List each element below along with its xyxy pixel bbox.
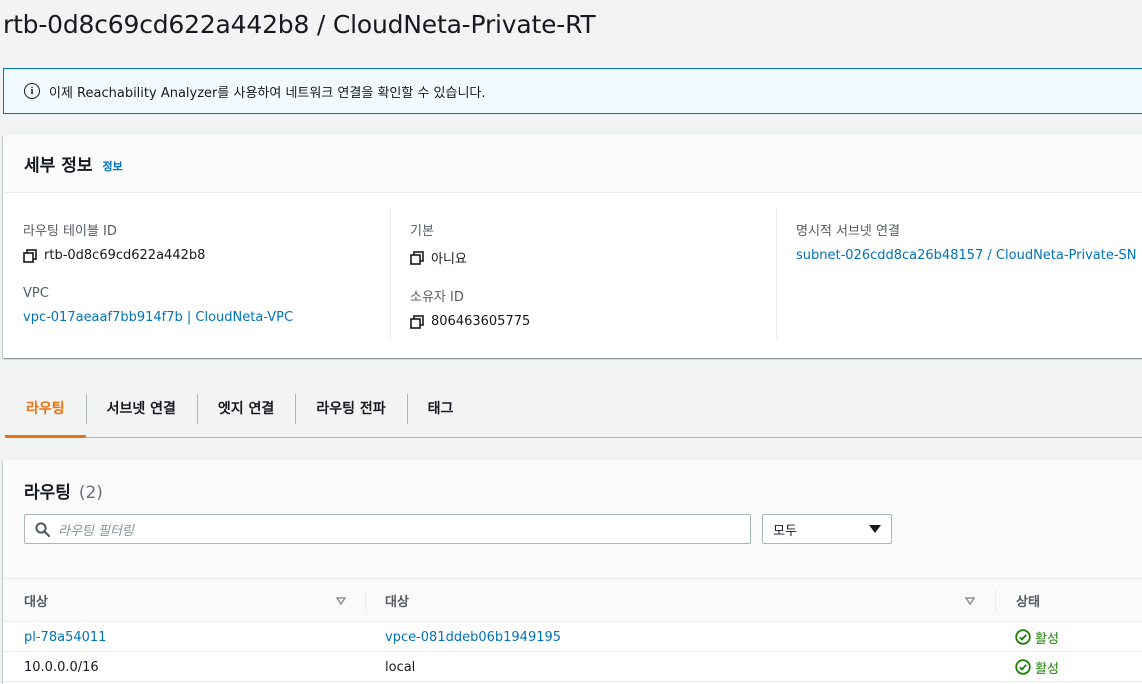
subnet-association-link[interactable]: subnet-026cdd8ca26b48157 / CloudNeta-Pri… [796, 248, 1137, 263]
sort-down-icon[interactable] [336, 596, 346, 606]
routes-title-text: 라우팅 [24, 483, 71, 503]
details-column-1: 라우팅 테이블 ID rtb-0d8c69cd622a442b8 VPC vpc… [23, 207, 389, 339]
tab-routes[interactable]: 라우팅 [5, 378, 86, 438]
check-circle-icon [1015, 659, 1031, 675]
route-filter-select[interactable]: 모두 [762, 514, 892, 544]
tab-tags[interactable]: 태그 [406, 378, 475, 437]
subnet-association-field: 명시적 서브넷 연결 subnet-026cdd8ca26b48157 / Cl… [796, 207, 1137, 263]
tab-bar: 라우팅 서브넷 연결 엣지 연결 라우팅 전파 태그 [5, 378, 1142, 438]
details-header: 세부 정보 정보 [3, 135, 1142, 193]
info-flash-banner: i 이제 Reachability Analyzer를 사용하여 네트워크 연결… [3, 68, 1142, 114]
route-destination[interactable]: pl-78a54011 [24, 630, 106, 645]
vpc-link[interactable]: vpc-017aeaaf7bb914f7b | CloudNeta-VPC [23, 310, 293, 325]
details-title: 세부 정보 [24, 156, 93, 176]
vpc-field: VPC vpc-017aeaaf7bb914f7b | CloudNeta-VP… [23, 273, 293, 325]
vpc-label: VPC [23, 286, 49, 301]
owner-label: 소유자 ID [410, 290, 464, 305]
details-column-2: 기본 아니요 소유자 ID 806463605775 [390, 207, 776, 339]
copy-icon[interactable] [410, 314, 424, 329]
tab-route-propagation[interactable]: 라우팅 전파 [295, 378, 406, 437]
column-header-target[interactable]: 대상 [385, 579, 409, 622]
route-table-id-label: 라우팅 테이블 ID [23, 224, 117, 239]
check-circle-icon [1015, 629, 1031, 645]
route-status: 활성 [1035, 631, 1059, 647]
tab-subnet-associations[interactable]: 서브넷 연결 [85, 378, 197, 437]
routes-header: 라우팅 (2) 라우팅 필터링 모두 [3, 460, 1142, 579]
routes-count: (2) [78, 483, 103, 503]
copy-icon[interactable] [23, 248, 37, 263]
flash-text: 이제 Reachability Analyzer를 사용하여 네트워크 연결을 … [49, 85, 486, 101]
column-header-status[interactable]: 상태 [1016, 579, 1040, 622]
table-header: 대상 대상 상태 [3, 579, 1142, 622]
route-target: local [385, 659, 416, 675]
sort-down-icon[interactable] [965, 596, 975, 606]
caret-down-icon [869, 525, 881, 533]
column-divider[interactable] [995, 589, 996, 613]
main-field: 기본 아니요 [410, 207, 467, 267]
route-status: 활성 [1035, 661, 1059, 677]
route-table-id-field: 라우팅 테이블 ID rtb-0d8c69cd622a442b8 [23, 207, 205, 263]
details-body: 라우팅 테이블 ID rtb-0d8c69cd622a442b8 VPC vpc… [3, 193, 1142, 357]
search-icon [35, 521, 50, 537]
column-divider[interactable] [365, 589, 366, 613]
main-value: 아니요 [431, 252, 467, 267]
route-destination: 10.0.0.0/16 [24, 659, 99, 675]
details-column-3: 명시적 서브넷 연결 subnet-026cdd8ca26b48157 / Cl… [776, 207, 1142, 339]
tab-edge-associations[interactable]: 엣지 연결 [196, 378, 295, 437]
subnet-association-label: 명시적 서브넷 연결 [796, 224, 900, 239]
routes-panel: 라우팅 (2) 라우팅 필터링 모두 대상 대상 상태 pl-78a54011 … [3, 460, 1142, 684]
route-filter-input[interactable]: 라우팅 필터링 [24, 514, 751, 544]
info-icon: i [24, 83, 40, 99]
owner-value: 806463605775 [431, 314, 531, 329]
search-placeholder: 라우팅 필터링 [58, 523, 134, 539]
table-row: pl-78a54011 vpce-081ddeb06b1949195 활성 [3, 622, 1142, 652]
select-value: 모두 [773, 523, 797, 539]
routes-title: 라우팅 (2) [24, 478, 103, 503]
table-row: 10.0.0.0/16 local 활성 [3, 652, 1142, 682]
copy-icon[interactable] [410, 250, 424, 265]
main-label: 기본 [410, 224, 434, 239]
details-panel: 세부 정보 정보 라우팅 테이블 ID rtb-0d8c69cd622a442b… [3, 135, 1142, 358]
route-target[interactable]: vpce-081ddeb06b1949195 [385, 630, 561, 645]
info-link[interactable]: 정보 [102, 158, 122, 174]
page-title: rtb-0d8c69cd622a442b8 / CloudNeta-Privat… [3, 10, 596, 39]
column-header-destination[interactable]: 대상 [24, 579, 48, 622]
owner-field: 소유자 ID 806463605775 [410, 273, 530, 329]
route-table-id-value: rtb-0d8c69cd622a442b8 [44, 248, 206, 263]
